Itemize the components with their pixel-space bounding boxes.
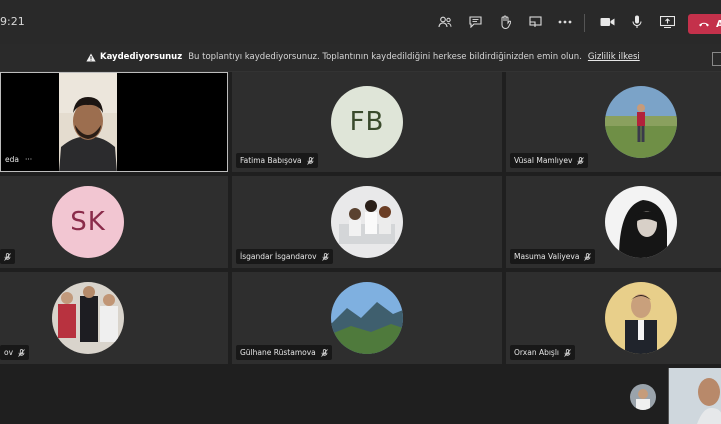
participant-tile-orxan[interactable]: Orxan Abışlı: [506, 272, 721, 364]
toolbar-actions: [430, 0, 580, 44]
participant-tile-sk[interactable]: SK: [0, 176, 228, 268]
meeting-toolbar: 9:21 A: [0, 0, 721, 44]
banner-edge-control[interactable]: [712, 52, 721, 66]
raise-hand-icon[interactable]: [490, 0, 520, 44]
participant-nametag: Vüsal Mamlıyev: [510, 153, 589, 168]
participant-tile-gulhane[interactable]: Gülhane Rüstamova: [232, 272, 502, 364]
participant-nametag: Fatima Babışova: [236, 153, 318, 168]
participant-nametag: Masuma Valiyeva: [510, 249, 596, 264]
avatar-masuma-photo: [605, 186, 677, 258]
participant-name: İsgandar İsgandarov: [240, 252, 317, 261]
participant-tile-row3-left[interactable]: ov: [0, 272, 228, 364]
mic-icon[interactable]: [622, 0, 652, 44]
overflow-participant-avatar[interactable]: [630, 384, 656, 410]
participant-nametag: [0, 249, 15, 264]
participant-nametag: Orxan Abışlı: [510, 345, 576, 360]
avatar-gulhane-photo: [331, 282, 403, 354]
self-video-preview[interactable]: [668, 368, 721, 424]
leave-button[interactable]: A: [688, 14, 721, 34]
presenter-name: eda: [5, 155, 19, 164]
mic-muted-icon: [306, 156, 314, 165]
participant-tile-isgandar[interactable]: İsgandar İsgandarov: [232, 176, 502, 268]
banner-message: Bu toplantıyı kaydediyorsunuz. Toplantın…: [188, 52, 582, 62]
participant-tile-masuma[interactable]: Masuma Valiyeva: [506, 176, 721, 268]
participant-name-fragment: ov: [4, 348, 14, 357]
avatar-sk: SK: [52, 186, 124, 258]
participant-name: Masuma Valiyeva: [514, 252, 580, 261]
participant-nametag: Gülhane Rüstamova: [236, 345, 332, 360]
participant-name: Vüsal Mamlıyev: [514, 156, 573, 165]
participant-name: Fatima Babışova: [240, 156, 302, 165]
mic-muted-icon: [584, 252, 592, 261]
warning-icon: [86, 53, 96, 61]
mic-muted-icon: [18, 348, 25, 357]
participant-nametag: İsgandar İsgandarov: [236, 249, 333, 264]
participant-nametag: ov: [0, 345, 30, 360]
avatar-group-photo: [52, 282, 124, 354]
presenter-more-icon[interactable]: ···: [25, 155, 32, 164]
mic-muted-icon: [577, 156, 585, 165]
participant-tile-fatima[interactable]: FB Fatima Babışova: [232, 72, 502, 172]
avatar-orxan-photo: [605, 282, 677, 354]
bottom-strip: [0, 368, 721, 424]
participant-name: Orxan Abışlı: [514, 348, 560, 357]
participant-name: Gülhane Rüstamova: [240, 348, 316, 357]
recording-banner: Kaydediyorsunuz Bu toplantıyı kaydediyor…: [0, 44, 721, 72]
mic-muted-icon: [564, 348, 571, 357]
toolbar-divider: [584, 14, 585, 32]
presenter-nametag: eda ···: [1, 152, 36, 167]
media-controls: [592, 0, 682, 44]
share-screen-icon[interactable]: [652, 0, 682, 44]
avatar-isgandar-photo: [331, 186, 403, 258]
mic-muted-icon: [321, 252, 329, 261]
banner-title: Kaydediyorsunuz: [100, 52, 183, 62]
avatar-fb: FB: [331, 86, 403, 158]
more-options-icon[interactable]: [550, 0, 580, 44]
participant-tile-vusal[interactable]: Vüsal Mamlıyev: [506, 72, 721, 172]
mic-muted-icon: [4, 252, 11, 261]
share-tray-icon[interactable]: [520, 0, 550, 44]
presenter-video-tile[interactable]: eda ···: [0, 72, 228, 172]
participants-icon[interactable]: [430, 0, 460, 44]
mic-muted-icon: [320, 348, 328, 357]
privacy-policy-link[interactable]: Gizlilik ilkesi: [588, 52, 640, 62]
leave-label: A: [716, 18, 721, 30]
avatar-vusal-photo: [605, 86, 677, 158]
chat-icon[interactable]: [460, 0, 490, 44]
meeting-timer: 9:21: [0, 15, 25, 28]
hang-up-icon: [699, 22, 709, 27]
camera-icon[interactable]: [592, 0, 622, 44]
